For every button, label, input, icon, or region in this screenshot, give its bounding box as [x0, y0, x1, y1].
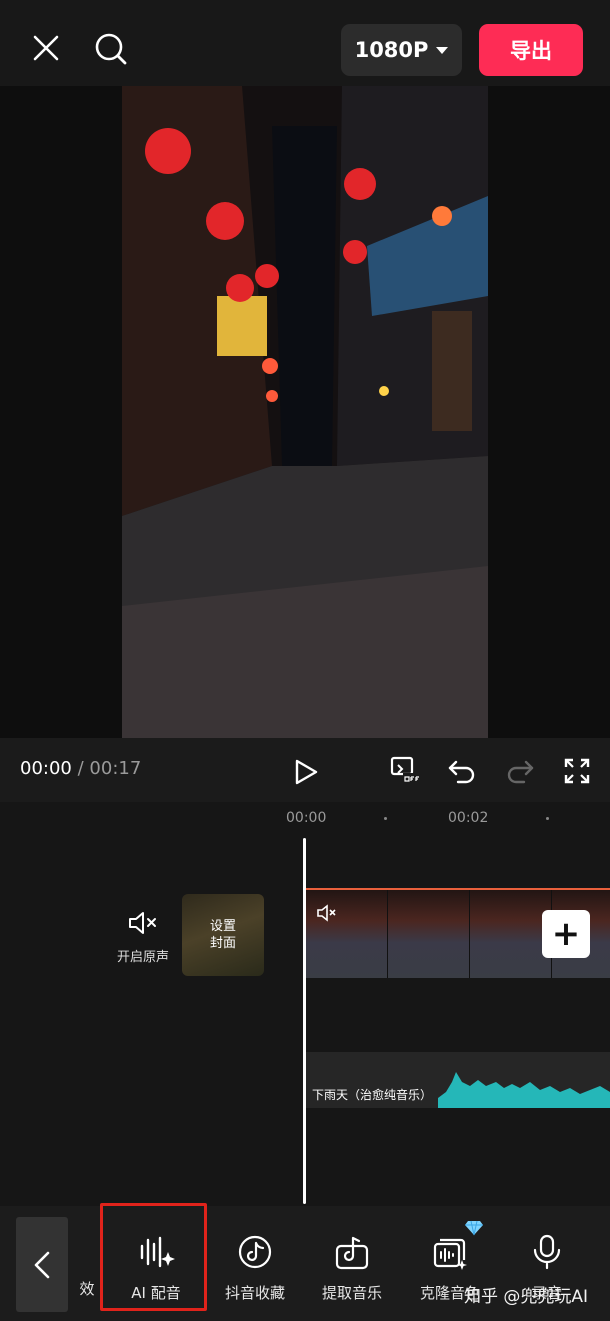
- set-cover-button[interactable]: 设置 封面: [182, 894, 264, 976]
- original-sound-label: 开启原声: [116, 950, 169, 965]
- tool-label: 提取音乐: [321, 1284, 382, 1302]
- tiktok-note-icon: [238, 1235, 272, 1269]
- ruler-dot: [546, 817, 549, 820]
- tool-tiktok-favorites[interactable]: 抖音收藏: [205, 1234, 305, 1303]
- audio-track[interactable]: 下雨天（治愈纯音乐）: [306, 1052, 610, 1108]
- video-preview-area: [0, 86, 610, 738]
- total-time: 00:17: [89, 758, 142, 779]
- chevron-down-icon: [436, 46, 449, 54]
- timeline[interactable]: 00:00 00:02 开启原声 设置 封面 + 下雨天（治愈纯音乐）: [0, 802, 610, 1206]
- clip-muted-icon: [316, 904, 338, 926]
- cover-label-line2: 封面: [209, 936, 236, 951]
- back-button[interactable]: [16, 1217, 68, 1312]
- microphone-icon: [533, 1234, 561, 1270]
- resolution-dropdown[interactable]: 1080P: [341, 24, 462, 76]
- watermark: 知乎 @兜兜玩AI: [464, 1287, 589, 1307]
- keyframe-off-icon[interactable]: [388, 754, 424, 788]
- ruler-mark: 00:00: [286, 810, 327, 826]
- close-icon[interactable]: [28, 30, 64, 66]
- current-time: 00:00: [20, 758, 72, 779]
- add-clip-button[interactable]: +: [542, 910, 590, 958]
- tool-extract-music[interactable]: 提取音乐: [302, 1234, 402, 1303]
- export-button[interactable]: 导出: [479, 24, 583, 76]
- audio-track-label: 下雨天（治愈纯音乐）: [312, 1088, 433, 1102]
- undo-icon[interactable]: [446, 756, 478, 786]
- video-preview[interactable]: [122, 86, 488, 738]
- chevron-left-icon: [34, 1251, 50, 1278]
- ruler-mark: 00:02: [448, 810, 489, 826]
- original-sound-toggle[interactable]: 开启原声: [108, 910, 178, 965]
- extract-music-icon: [335, 1236, 369, 1270]
- fullscreen-icon[interactable]: [560, 754, 594, 788]
- night-street-scene: [122, 86, 488, 738]
- tool-label: 抖音收藏: [224, 1284, 285, 1302]
- play-icon[interactable]: [290, 756, 322, 788]
- premium-diamond-icon: [465, 1220, 483, 1236]
- search-icon[interactable]: [92, 30, 130, 68]
- speaker-muted-icon: [129, 912, 156, 934]
- playhead[interactable]: [303, 838, 306, 1204]
- bottom-toolbar: 效 AI 配音 抖音收藏 提取音乐 克隆音色 录音 知乎 @兜兜玩AI: [0, 1203, 610, 1321]
- redo-icon[interactable]: [504, 756, 536, 786]
- playback-controls: 00:00 / 00:17: [0, 738, 610, 802]
- top-bar: 1080P 导出: [0, 0, 610, 86]
- ruler-dot: [384, 817, 387, 820]
- clone-voice-icon: [433, 1238, 467, 1270]
- clip-thumbnail: [470, 890, 552, 978]
- time-separator: /: [77, 758, 84, 779]
- time-display: 00:00 / 00:17: [20, 758, 141, 779]
- resolution-value: 1080P: [354, 38, 429, 62]
- clip-thumbnail: [388, 890, 470, 978]
- cover-label-line1: 设置: [209, 919, 236, 934]
- highlight-annotation: [100, 1203, 207, 1311]
